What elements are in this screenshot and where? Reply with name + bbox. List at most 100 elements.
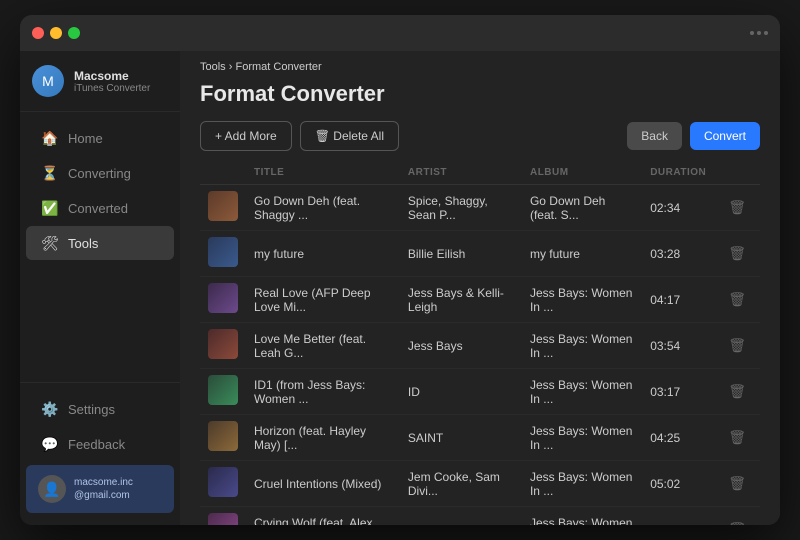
- delete-track-button[interactable]: 🗑: [722, 335, 752, 356]
- track-duration: 04:25: [642, 415, 714, 461]
- track-duration: 03:54: [642, 323, 714, 369]
- sidebar-item-tools-label: Tools: [68, 236, 98, 251]
- maximize-button[interactable]: [68, 27, 80, 39]
- toolbar: + Add More 🗑 Delete All Back Convert: [200, 121, 760, 151]
- track-thumb-cell: [200, 461, 246, 507]
- track-thumbnail: [208, 237, 238, 267]
- sidebar-item-home[interactable]: 🏠 Home: [26, 121, 174, 155]
- sidebar-footer: ⚙️ Settings 💬 Feedback 👤 macsome.inc @gm…: [20, 382, 180, 525]
- track-artist: Jess Bays & Kelli-Leigh: [400, 277, 522, 323]
- breadcrumb: Tools › Format Converter: [200, 61, 760, 73]
- track-title: Real Love (AFP Deep Love Mi...: [246, 277, 400, 323]
- track-album: Jess Bays: Women In ...: [522, 507, 642, 526]
- track-duration: 05:02: [642, 461, 714, 507]
- track-album: my future: [522, 231, 642, 277]
- content-area: Tools › Format Converter Format Converte…: [180, 51, 780, 525]
- track-thumb-cell: [200, 185, 246, 231]
- track-title: Horizon (feat. Hayley May) [...: [246, 415, 400, 461]
- sidebar-item-converting-label: Converting: [68, 166, 131, 181]
- track-thumbnail: [208, 283, 238, 313]
- table-row: my future Billie Eilish my future 03:28 …: [200, 231, 760, 277]
- add-more-button[interactable]: + Add More: [200, 121, 292, 151]
- user-profile[interactable]: 👤 macsome.inc @gmail.com: [26, 465, 174, 513]
- table-row: Love Me Better (feat. Leah G... Jess Bay…: [200, 323, 760, 369]
- sidebar-item-feedback[interactable]: 💬 Feedback: [26, 427, 174, 461]
- track-delete-cell: 🗑: [714, 323, 760, 369]
- col-header-artist: ARTIST: [400, 161, 522, 185]
- minimize-button[interactable]: [50, 27, 62, 39]
- delete-track-button[interactable]: 🗑: [722, 197, 752, 218]
- sidebar-item-settings-label: Settings: [68, 402, 115, 417]
- track-thumbnail: [208, 421, 238, 451]
- track-title: Love Me Better (feat. Leah G...: [246, 323, 400, 369]
- track-thumbnail: [208, 375, 238, 405]
- track-delete-cell: 🗑: [714, 415, 760, 461]
- track-title: Cruel Intentions (Mixed): [246, 461, 400, 507]
- track-artist: Jess Bays: [400, 323, 522, 369]
- sidebar: M Macsome iTunes Converter 🏠 Home ⏳ Conv…: [20, 51, 180, 525]
- table-row: ID1 (from Jess Bays: Women ... ID Jess B…: [200, 369, 760, 415]
- traffic-lights: [32, 27, 80, 39]
- titlebar: [20, 15, 780, 51]
- sidebar-item-converted-label: Converted: [68, 201, 128, 216]
- delete-track-button[interactable]: 🗑: [722, 427, 752, 448]
- sidebar-item-converting[interactable]: ⏳ Converting: [26, 156, 174, 190]
- track-artist: SAINT: [400, 415, 522, 461]
- breadcrumb-current: Format Converter: [235, 61, 321, 73]
- settings-icon: ⚙️: [42, 401, 58, 417]
- converted-icon: ✅: [42, 200, 58, 216]
- col-header-title: TITLE: [246, 161, 400, 185]
- track-thumb-cell: [200, 369, 246, 415]
- track-table: TITLE ARTIST ALBUM DURATION Go Down Deh …: [200, 161, 760, 525]
- sidebar-item-settings[interactable]: ⚙️ Settings: [26, 392, 174, 426]
- brand-avatar: M: [32, 65, 64, 97]
- track-thumb-cell: [200, 277, 246, 323]
- track-artist: ID: [400, 369, 522, 415]
- track-delete-cell: 🗑: [714, 369, 760, 415]
- track-title: Go Down Deh (feat. Shaggy ...: [246, 185, 400, 231]
- track-title: ID1 (from Jess Bays: Women ...: [246, 369, 400, 415]
- sidebar-item-converted[interactable]: ✅ Converted: [26, 191, 174, 225]
- col-header-thumb: [200, 161, 246, 185]
- main-window: M Macsome iTunes Converter 🏠 Home ⏳ Conv…: [20, 15, 780, 525]
- delete-track-button[interactable]: 🗑: [722, 381, 752, 402]
- user-email-line2: @gmail.com: [74, 489, 133, 502]
- delete-track-button[interactable]: 🗑: [722, 473, 752, 494]
- sidebar-item-home-label: Home: [68, 131, 103, 146]
- track-artist: Spice, Shaggy, Sean P...: [400, 185, 522, 231]
- sidebar-item-tools[interactable]: 🛠 Tools: [26, 226, 174, 260]
- track-thumbnail: [208, 329, 238, 359]
- track-artist: Billie Eilish: [400, 231, 522, 277]
- close-button[interactable]: [32, 27, 44, 39]
- avatar: 👤: [38, 475, 66, 503]
- titlebar-menu-icon: [750, 31, 768, 35]
- track-album: Jess Bays: Women In ...: [522, 415, 642, 461]
- track-album: Jess Bays: Women In ...: [522, 461, 642, 507]
- delete-track-button[interactable]: 🗑: [722, 519, 752, 525]
- breadcrumb-parent: Tools: [200, 61, 226, 73]
- track-album: Jess Bays: Women In ...: [522, 277, 642, 323]
- track-delete-cell: 🗑: [714, 185, 760, 231]
- page-title: Format Converter: [200, 81, 760, 107]
- track-album: Jess Bays: Women In ...: [522, 369, 642, 415]
- home-icon: 🏠: [42, 130, 58, 146]
- delete-all-button[interactable]: 🗑 Delete All: [300, 121, 399, 151]
- feedback-icon: 💬: [42, 436, 58, 452]
- track-delete-cell: 🗑: [714, 461, 760, 507]
- track-duration: 04:17: [642, 277, 714, 323]
- sidebar-nav: 🏠 Home ⏳ Converting ✅ Converted 🛠 Tools: [20, 112, 180, 382]
- table-row: Horizon (feat. Hayley May) [... SAINT Je…: [200, 415, 760, 461]
- convert-button[interactable]: Convert: [690, 122, 760, 150]
- track-thumbnail: [208, 513, 238, 525]
- sidebar-header: M Macsome iTunes Converter: [20, 51, 180, 112]
- col-header-duration: DURATION: [642, 161, 714, 185]
- brand-name: Macsome: [74, 69, 150, 83]
- delete-track-button[interactable]: 🗑: [722, 243, 752, 264]
- table-row: Real Love (AFP Deep Love Mi... Jess Bays…: [200, 277, 760, 323]
- back-button[interactable]: Back: [627, 122, 682, 150]
- tools-icon: 🛠: [42, 235, 58, 251]
- delete-track-button[interactable]: 🗑: [722, 289, 752, 310]
- content-header: Tools › Format Converter Format Converte…: [180, 51, 780, 151]
- col-header-album: ALBUM: [522, 161, 642, 185]
- track-album: Go Down Deh (feat. S...: [522, 185, 642, 231]
